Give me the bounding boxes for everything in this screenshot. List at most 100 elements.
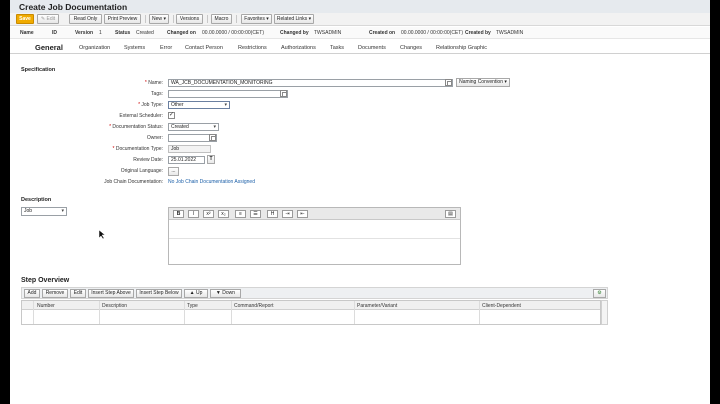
macro-button[interactable]: Macro: [211, 14, 232, 24]
title-bar: Create Job Documentation: [10, 0, 710, 13]
versions-button[interactable]: Versions: [176, 14, 203, 24]
insert-step-above-button[interactable]: Insert Step Above: [88, 289, 134, 298]
column-description[interactable]: Description: [102, 303, 127, 309]
header-created-by-label: Created by: [465, 30, 491, 36]
description-editor[interactable]: B I x² x₂ ≡ ☰ H ⇥ ⇤ ▤: [168, 207, 461, 265]
indent-icon[interactable]: ⇥: [282, 210, 293, 218]
settings-icon[interactable]: ⚙: [593, 289, 606, 298]
italic-icon[interactable]: I: [188, 210, 199, 218]
insert-step-below-button[interactable]: Insert Step Below: [136, 289, 182, 298]
documentation-type-field: Job: [168, 145, 211, 153]
name-input[interactable]: WA_JCB_DOCUMENTATION_MONITORING: [168, 79, 453, 87]
bulleted-list-icon[interactable]: ☰: [250, 210, 261, 218]
specification-title: Specification: [21, 67, 56, 73]
tab-organization[interactable]: Organization: [79, 45, 110, 51]
move-down-button[interactable]: ▼ Down: [210, 289, 241, 298]
copy-icon[interactable]: [445, 79, 452, 86]
original-language-label: Original Language:: [120, 168, 163, 174]
original-language-button[interactable]: ...: [168, 167, 179, 176]
mouse-cursor-icon: [98, 229, 106, 241]
header-changed-by-value: TWSADMIN: [314, 30, 342, 36]
tab-systems[interactable]: Systems: [124, 45, 145, 51]
step-toolbar: Add Remove Edit Insert Step Above Insert…: [21, 287, 608, 299]
edit-icon: ✎: [40, 16, 46, 22]
edit-button-label: Edit: [46, 16, 56, 22]
step-table-header: Number Description Type Command/Report P…: [22, 301, 600, 310]
tab-contact-person[interactable]: Contact Person: [185, 45, 223, 51]
outdent-icon[interactable]: ⇤: [297, 210, 308, 218]
description-type-select[interactable]: Job ▾: [21, 207, 67, 216]
header-name-label: Name: [20, 30, 34, 36]
remove-step-button[interactable]: Remove: [42, 289, 68, 298]
tab-tasks[interactable]: Tasks: [330, 45, 344, 51]
tags-label: Tags:: [151, 91, 163, 97]
edit-button[interactable]: ✎ Edit: [37, 14, 59, 24]
column-command-report[interactable]: Command/Report: [234, 303, 273, 309]
header-changed-by-label: Changed by: [280, 30, 309, 36]
naming-convention-button[interactable]: Naming Convention ▾: [456, 78, 510, 87]
column-type[interactable]: Type: [187, 303, 198, 309]
job-type-select[interactable]: Other ▾: [168, 101, 230, 109]
numbered-list-icon[interactable]: ≡: [235, 210, 246, 218]
description-title: Description: [21, 197, 52, 203]
toolbar-separator: [236, 15, 237, 23]
editor-divider: [169, 238, 460, 239]
move-up-button[interactable]: ▲ Up: [184, 289, 208, 298]
tab-error[interactable]: Error: [160, 45, 172, 51]
favorites-button[interactable]: Favorites ▾: [241, 14, 272, 24]
owner-label: Owner:: [146, 135, 163, 141]
column-parameter-variant[interactable]: Parameter/Variant: [357, 303, 397, 309]
bold-icon[interactable]: B: [173, 210, 184, 218]
copy-icon[interactable]: [280, 90, 287, 97]
new-button[interactable]: New ▾: [149, 14, 169, 24]
tags-input[interactable]: [168, 90, 288, 98]
read-only-button[interactable]: Read Only: [69, 14, 102, 24]
column-client-dependent[interactable]: Client-Dependent: [482, 303, 521, 309]
copy-icon[interactable]: [209, 134, 216, 141]
column-divider: [479, 301, 480, 324]
related-links-button[interactable]: Related Links ▾: [274, 14, 314, 24]
related-links-label: Related Links: [276, 16, 308, 22]
calendar-icon[interactable]: T: [207, 155, 215, 164]
column-divider: [33, 301, 34, 324]
naming-convention-label: Naming Convention: [459, 79, 503, 85]
edit-step-button[interactable]: Edit: [70, 289, 86, 298]
tab-authorizations[interactable]: Authorizations: [281, 45, 316, 51]
chevron-down-icon: ▾: [163, 16, 166, 22]
chevron-down-icon: ▾: [266, 16, 269, 22]
documentation-status-select[interactable]: Created ▾: [168, 123, 219, 131]
tab-restrictions[interactable]: Restrictions: [238, 45, 267, 51]
print-preview-button[interactable]: Print Preview: [104, 14, 141, 24]
header-id-label: ID: [52, 30, 57, 36]
move-up-label: Up: [195, 290, 203, 296]
chevron-down-icon: ▾: [213, 124, 216, 130]
subscript-icon[interactable]: x₂: [218, 210, 229, 218]
documentation-type-label: * Documentation Type:: [112, 146, 163, 152]
chevron-down-icon: ▾: [308, 16, 312, 22]
review-date-input[interactable]: 25.01.2022: [168, 156, 205, 164]
job-type-value: Other: [171, 102, 184, 108]
editor-toolbar: B I x² x₂ ≡ ☰ H ⇥ ⇤ ▤: [169, 208, 460, 220]
column-divider: [354, 301, 355, 324]
external-scheduler-checkbox[interactable]: ✓: [168, 112, 175, 119]
job-chain-link[interactable]: No Job Chain Documentation Assigned: [168, 179, 255, 185]
superscript-icon[interactable]: x²: [203, 210, 214, 218]
tab-documents[interactable]: Documents: [358, 45, 386, 51]
tab-relationship-graphic[interactable]: Relationship Graphic: [436, 45, 487, 51]
header-changed-on-value: 00.00.0000 / 00:00:00(CET): [202, 30, 264, 36]
header-created-on-label: Created on: [369, 30, 396, 36]
add-step-button[interactable]: Add: [24, 289, 40, 298]
arrow-up-icon: ▲: [189, 290, 195, 296]
heading-icon[interactable]: H: [267, 210, 278, 218]
header-changed-on-label: Changed on: [167, 30, 196, 36]
tab-general[interactable]: General: [35, 43, 63, 52]
save-button[interactable]: Save: [16, 14, 34, 24]
main-toolbar: Save ✎ Edit Read Only Print Preview New …: [10, 13, 710, 26]
document-header: Name ID Version 1 Status Created Changed…: [10, 27, 710, 39]
job-chain-label: Job Chain Documentation:: [104, 179, 163, 185]
table-scrollbar[interactable]: [601, 300, 608, 325]
column-number[interactable]: Number: [37, 303, 55, 309]
source-view-icon[interactable]: ▤: [445, 210, 456, 218]
review-date-label: Review Date:: [133, 157, 163, 163]
tab-changes[interactable]: Changes: [400, 45, 422, 51]
